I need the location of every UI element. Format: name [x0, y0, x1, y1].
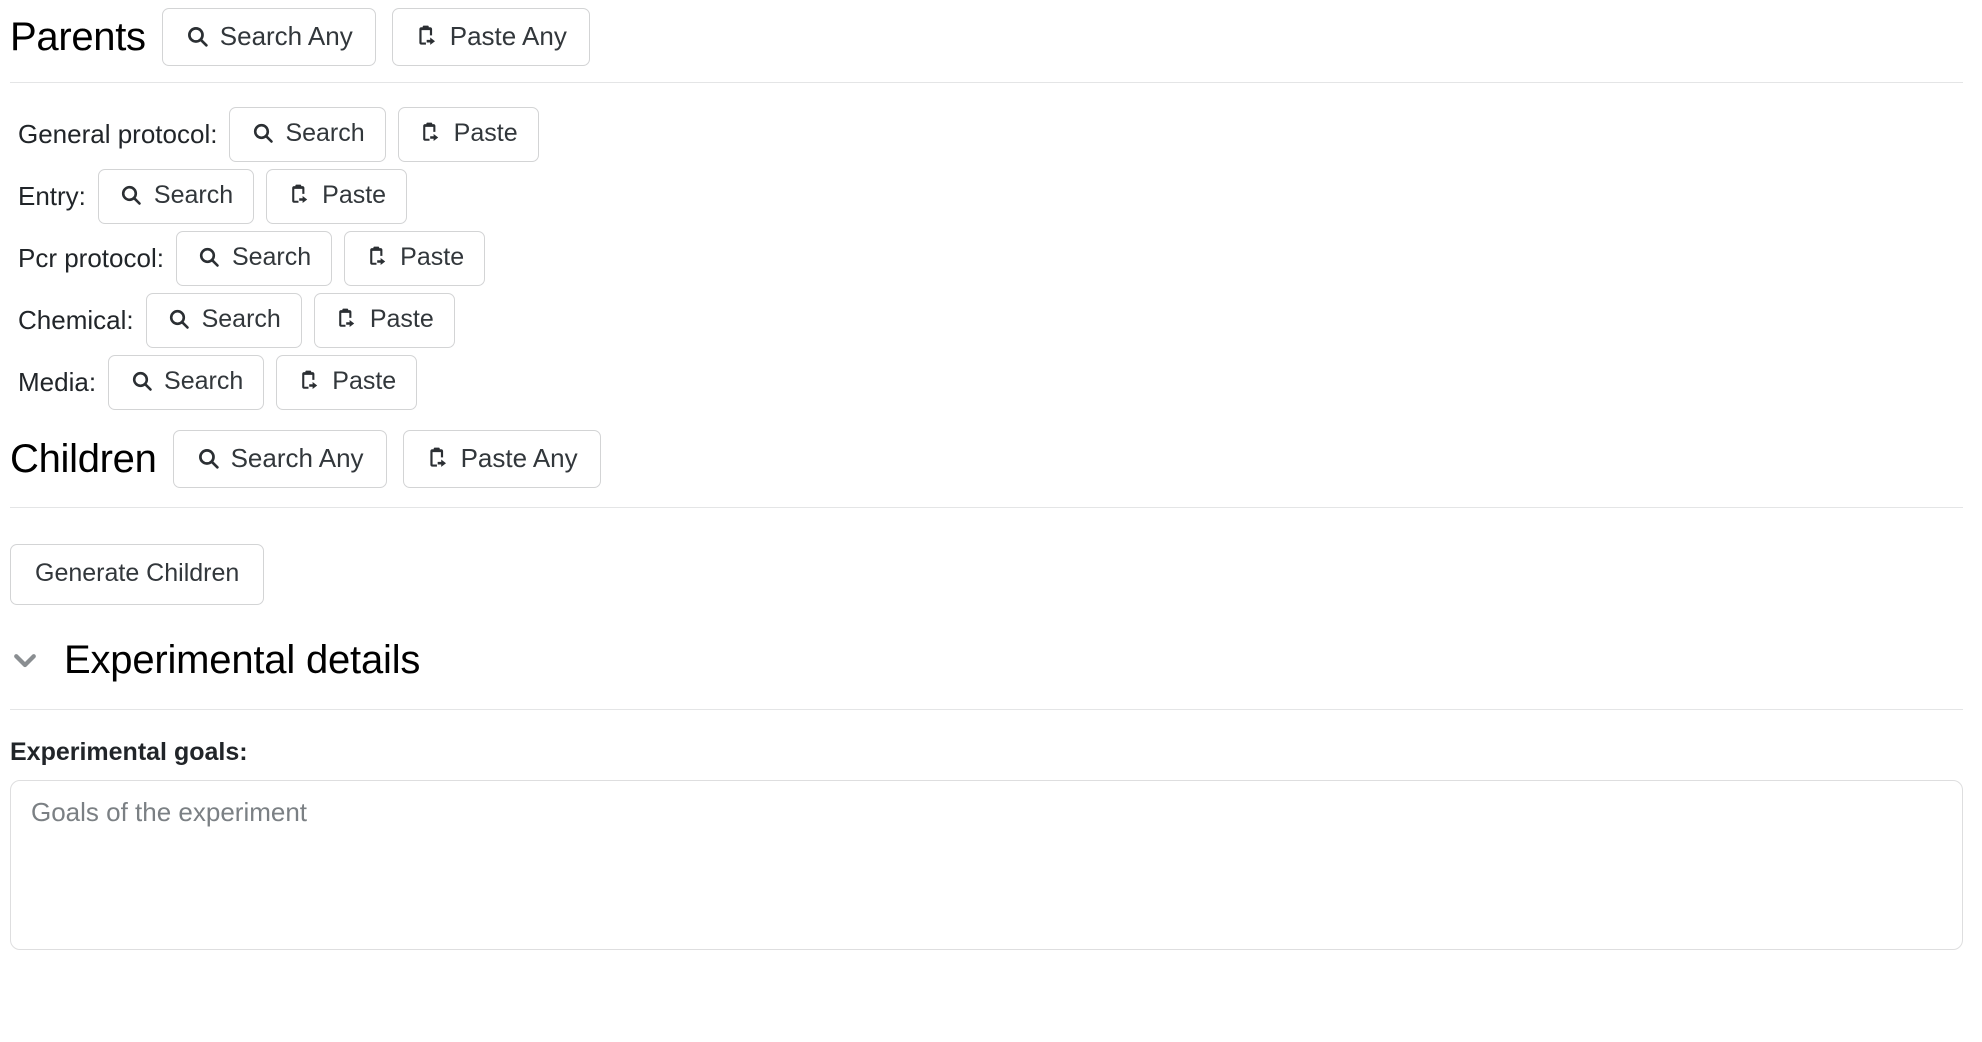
parents-title: Parents [10, 15, 146, 59]
search-icon [196, 446, 221, 471]
paste-label: Paste [332, 366, 397, 395]
parents-paste-any-button[interactable]: Paste Any [391, 8, 590, 66]
paste-label: Paste [322, 180, 387, 209]
generate-children-button[interactable]: Generate Children [10, 544, 265, 605]
search-label: Search [285, 118, 365, 147]
search-button-entry[interactable]: Search [97, 168, 255, 224]
parents-section-header: Parents Search Any Paste Any [0, 0, 1982, 74]
field-row-entry: Entry: Search Paste [0, 165, 1982, 227]
experimental-details-header[interactable]: Experimental details [0, 619, 1982, 701]
paste-clipboard-icon [426, 446, 451, 471]
search-label: Search [153, 180, 234, 209]
experimental-details-divider [10, 709, 1963, 710]
children-section-header: Children Search Any Paste Any [0, 419, 1982, 499]
field-row-media: Media: Search Paste [0, 351, 1982, 413]
children-search-any-button[interactable]: Search Any [172, 430, 387, 488]
paste-clipboard-icon [335, 307, 360, 332]
experimental-goals-group: Experimental goals: [0, 718, 1982, 950]
children-search-any-label: Search Any [230, 443, 364, 473]
paste-clipboard-icon [287, 183, 312, 208]
search-button-pcr-protocol[interactable]: Search [175, 230, 333, 286]
children-paste-any-label: Paste Any [460, 443, 578, 473]
paste-button-general-protocol[interactable]: Paste [397, 106, 539, 162]
search-label: Search [164, 366, 244, 395]
field-label-pcr-protocol: Pcr protocol: [18, 243, 164, 273]
search-button-media[interactable]: Search [108, 354, 265, 410]
experimental-goals-label: Experimental goals: [10, 738, 248, 766]
parents-search-any-label: Search Any [219, 21, 353, 51]
experimental-goals-textarea[interactable] [10, 780, 1963, 950]
parents-search-any-button[interactable]: Search Any [161, 8, 376, 66]
paste-clipboard-icon [419, 121, 444, 146]
experiment-form-page: Parents Search Any Paste Any General pro… [0, 0, 1982, 1042]
parents-field-list: General protocol: Search Paste Entry: Se… [0, 91, 1982, 413]
generate-children-label: Generate Children [35, 559, 240, 587]
search-icon [185, 24, 210, 49]
search-button-chemical[interactable]: Search [145, 292, 302, 348]
generate-children-row: Generate Children [0, 516, 1982, 605]
field-label-entry: Entry: [18, 181, 86, 211]
paste-clipboard-icon [365, 245, 390, 270]
search-label: Search [231, 242, 312, 271]
paste-label: Paste [400, 242, 465, 271]
search-icon [129, 369, 154, 394]
field-row-general-protocol: General protocol: Search Paste [0, 103, 1982, 165]
children-divider [10, 507, 1963, 508]
paste-clipboard-icon [415, 24, 440, 49]
search-icon [197, 245, 222, 270]
search-icon [167, 307, 192, 332]
search-icon [250, 121, 275, 146]
children-paste-any-button[interactable]: Paste Any [402, 430, 601, 488]
search-label: Search [201, 304, 281, 333]
field-row-pcr-protocol: Pcr protocol: Search Paste [0, 227, 1982, 289]
field-label-media: Media: [18, 367, 97, 397]
parents-paste-any-label: Paste Any [449, 21, 567, 51]
paste-button-pcr-protocol[interactable]: Paste [344, 230, 486, 286]
paste-label: Paste [453, 118, 518, 147]
paste-button-media[interactable]: Paste [276, 354, 418, 410]
paste-button-entry[interactable]: Paste [266, 168, 408, 224]
field-label-general-protocol: General protocol: [18, 119, 218, 149]
children-title: Children [10, 437, 157, 481]
paste-clipboard-icon [297, 369, 322, 394]
search-icon [119, 183, 144, 208]
field-label-chemical: Chemical: [18, 305, 134, 335]
experimental-details-title: Experimental details [64, 638, 421, 682]
paste-label: Paste [369, 304, 434, 333]
chevron-down-icon[interactable] [10, 645, 40, 675]
search-button-general-protocol[interactable]: Search [229, 106, 386, 162]
paste-button-chemical[interactable]: Paste [313, 292, 455, 348]
field-row-chemical: Chemical: Search Paste [0, 289, 1982, 351]
parents-divider [10, 82, 1963, 83]
